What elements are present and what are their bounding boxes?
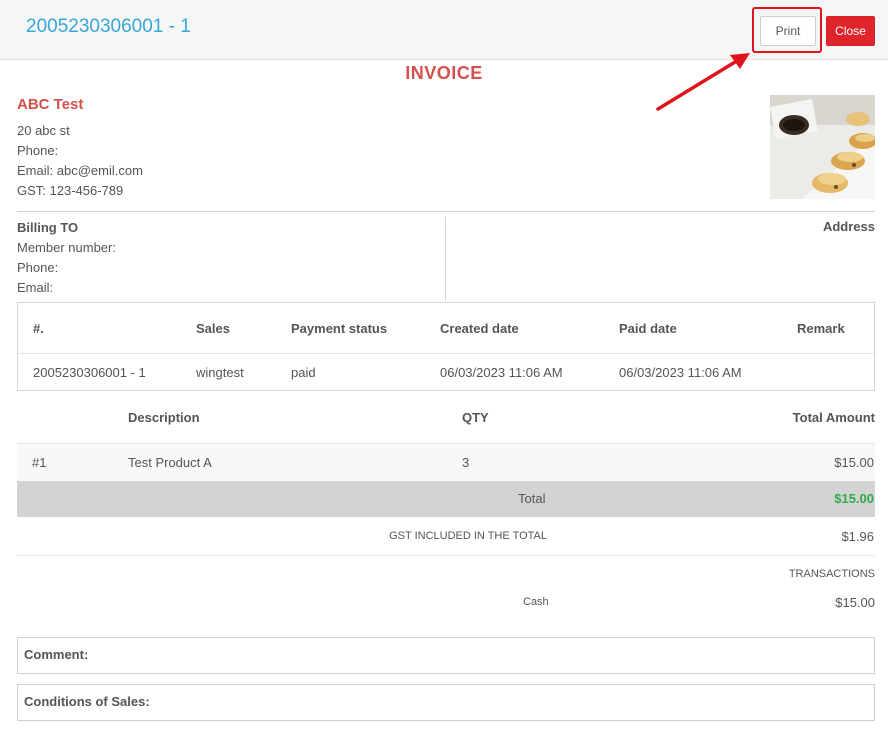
col-created-date: Created date [440, 321, 519, 336]
total-value: $15.00 [834, 491, 874, 506]
company-address: 20 abc st [17, 123, 70, 138]
divider [17, 211, 875, 212]
sales-person: wingtest [196, 365, 244, 380]
col-sales: Sales [196, 321, 230, 336]
transactions-heading: TRANSACTIONS [788, 568, 875, 580]
payment-status: paid [291, 365, 316, 380]
company-name: ABC Test [17, 96, 84, 113]
table-row: #1 Test Product A 3 $15.00 [17, 443, 875, 481]
gst-row: GST INCLUDED IN THE TOTAL $1.96 [17, 518, 875, 556]
billing-section: Billing TO Member number: Phone: Email: [17, 219, 116, 299]
invoice-title: INVOICE [405, 63, 483, 83]
address-heading: Address [822, 219, 875, 234]
billing-email-label: Email: [17, 280, 54, 295]
comment-box: Comment: [17, 637, 875, 674]
gst-label: GST INCLUDED IN THE TOTAL [389, 530, 547, 542]
col-paid-date: Paid date [619, 321, 677, 336]
close-button[interactable]: Close [826, 16, 875, 46]
company-email: Email: abc@emil.com [17, 163, 143, 178]
order-table-header: #. Sales Payment status Created date Pai… [18, 303, 874, 354]
col-number: #. [33, 321, 44, 336]
order-number: 2005230306001 - 1 [33, 365, 146, 380]
dumplings-photo [770, 95, 875, 199]
company-phone: Phone: [17, 143, 59, 158]
created-date: 06/03/2023 11:06 AM [440, 365, 563, 380]
item-amount: $15.00 [834, 455, 874, 470]
item-index: #1 [32, 455, 47, 470]
col-total-amount: Total Amount [792, 410, 875, 425]
cash-value: $15.00 [835, 595, 875, 610]
total-label: Total [518, 491, 546, 506]
billing-phone-label: Phone: [17, 260, 59, 275]
gst-value: $1.96 [841, 529, 874, 544]
total-row: Total $15.00 [17, 481, 875, 517]
item-description: Test Product A [128, 455, 212, 470]
col-remark: Remark [797, 321, 845, 336]
print-button[interactable]: Print [760, 16, 816, 46]
conditions-box: Conditions of Sales: [17, 684, 875, 721]
col-qty: QTY [462, 410, 489, 425]
billing-divider [445, 217, 446, 301]
comment-label: Comment: [24, 647, 89, 662]
billing-heading: Billing TO [17, 220, 79, 235]
order-title: 2005230306001 - 1 [26, 16, 191, 37]
order-info-table: #. Sales Payment status Created date Pai… [17, 302, 875, 391]
company-gst: GST: 123-456-789 [17, 183, 124, 198]
conditions-label: Conditions of Sales: [24, 694, 150, 709]
cash-label: Cash [523, 596, 549, 608]
item-qty: 3 [462, 455, 470, 470]
col-description: Description [128, 410, 200, 425]
company-details: 20 abc st Phone: Email: abc@emil.com GST… [17, 122, 143, 202]
member-number-label: Member number: [17, 240, 116, 255]
col-payment-status: Payment status [291, 321, 388, 336]
paid-date: 06/03/2023 11:06 AM [619, 365, 742, 380]
